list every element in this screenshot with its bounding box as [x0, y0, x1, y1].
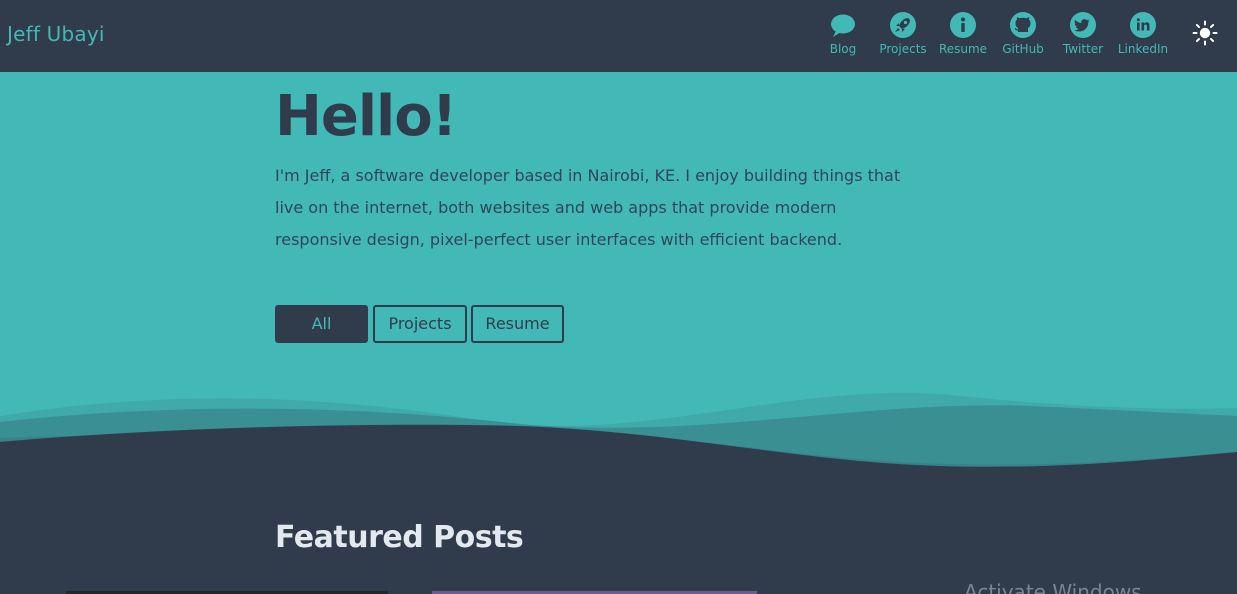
- featured-posts-heading: Featured Posts: [275, 520, 524, 555]
- chat-bubble-icon: [830, 12, 856, 38]
- projects-button[interactable]: Projects: [373, 305, 467, 343]
- nav-item-github[interactable]: GitHub: [993, 12, 1053, 56]
- nav-label-projects: Projects: [879, 42, 927, 56]
- rocket-icon: [890, 12, 916, 38]
- nav-item-projects[interactable]: Projects: [873, 12, 933, 56]
- info-icon: [950, 12, 976, 38]
- nav-item-resume[interactable]: Resume: [933, 12, 993, 56]
- top-navbar: Jeff Ubayi Blog Projects Resume GitHub T…: [0, 0, 1237, 72]
- linkedin-icon: [1130, 12, 1156, 38]
- sun-icon[interactable]: [1192, 20, 1218, 46]
- github-icon: [1010, 12, 1036, 38]
- nav-item-linkedin[interactable]: LinkedIn: [1113, 12, 1173, 56]
- all-posts-button[interactable]: All Posts: [275, 305, 368, 367]
- nav-label-blog: Blog: [829, 42, 857, 56]
- nav-label-linkedin: LinkedIn: [1117, 42, 1169, 56]
- hero-wave-divider: [0, 392, 1237, 490]
- nav-item-blog[interactable]: Blog: [813, 12, 873, 56]
- hero-intro-text: I'm Jeff, a software developer based in …: [275, 166, 901, 249]
- nav-label-resume: Resume: [938, 42, 988, 56]
- resume-button[interactable]: Resume: [471, 305, 564, 343]
- activate-windows-watermark: Activate Windows: [964, 580, 1142, 594]
- nav-label-twitter: Twitter: [1062, 42, 1104, 56]
- hero-title: Hello!: [275, 84, 457, 149]
- twitter-icon: [1070, 12, 1096, 38]
- nav-item-twitter[interactable]: Twitter: [1053, 12, 1113, 56]
- nav-label-github: GitHub: [1002, 42, 1044, 56]
- nav-links: Blog Projects Resume GitHub Twitter Link…: [0, 12, 1237, 62]
